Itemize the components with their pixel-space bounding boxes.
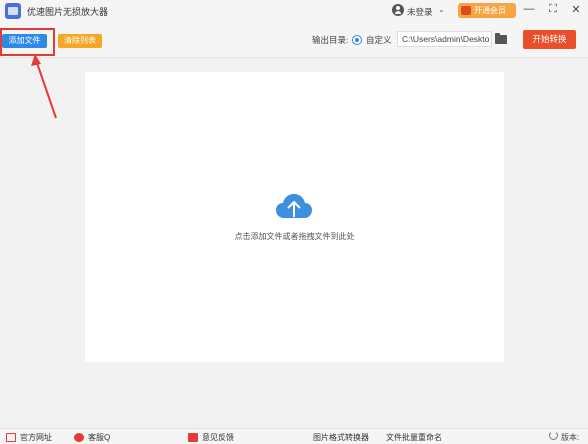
feedback-icon xyxy=(188,433,198,442)
folder-icon[interactable] xyxy=(495,33,507,44)
minimize-button[interactable]: — xyxy=(522,3,536,15)
website-link[interactable]: 官方网址 xyxy=(6,432,52,443)
version-label: 版本: v2.0.2 xyxy=(561,433,583,444)
crown-icon xyxy=(461,6,471,15)
qq-icon xyxy=(74,433,84,442)
feedback-link[interactable]: 意见反馈 xyxy=(188,432,234,443)
output-dir-label: 输出目录: xyxy=(312,35,349,45)
service-label: 客服Q xyxy=(88,433,111,442)
service-link[interactable]: 客服Q xyxy=(74,432,110,443)
app-logo-icon xyxy=(5,3,21,19)
cloud-upload-icon[interactable] xyxy=(275,193,313,219)
chevron-down-icon[interactable]: ⌄ xyxy=(438,5,445,14)
output-path-field[interactable]: C:\Users\admin\Deskto xyxy=(397,31,492,47)
app-title: 优速图片无损放大器 xyxy=(27,7,109,17)
converter-label: 图片格式转换器 xyxy=(313,433,369,442)
start-convert-button[interactable]: 开始转换 xyxy=(523,30,576,49)
user-icon[interactable] xyxy=(392,4,404,16)
login-status[interactable]: 未登录 xyxy=(407,6,433,18)
custom-radio-label[interactable]: 自定义 xyxy=(366,34,392,46)
annotation-highlight-box xyxy=(0,28,55,56)
vip-label: 开通会员 xyxy=(474,6,506,15)
custom-radio[interactable] xyxy=(352,35,362,45)
refresh-icon[interactable] xyxy=(549,431,558,440)
website-label: 官方网址 xyxy=(20,433,52,442)
rename-label: 文件批量重命名 xyxy=(386,433,442,442)
drop-hint-text: 点击添加文件或者拖拽文件到此处 xyxy=(234,232,355,241)
close-button[interactable]: ✕ xyxy=(569,3,583,16)
rename-link[interactable]: 文件批量重命名 xyxy=(386,432,442,443)
converter-link[interactable]: 图片格式转换器 xyxy=(313,432,369,443)
maximize-button[interactable]: ⛶ xyxy=(546,3,560,16)
vip-button[interactable]: 开通会员 xyxy=(458,3,516,18)
monitor-icon xyxy=(6,433,16,442)
clear-list-button[interactable]: 清除列表 xyxy=(58,34,102,48)
feedback-label: 意见反馈 xyxy=(202,433,234,442)
